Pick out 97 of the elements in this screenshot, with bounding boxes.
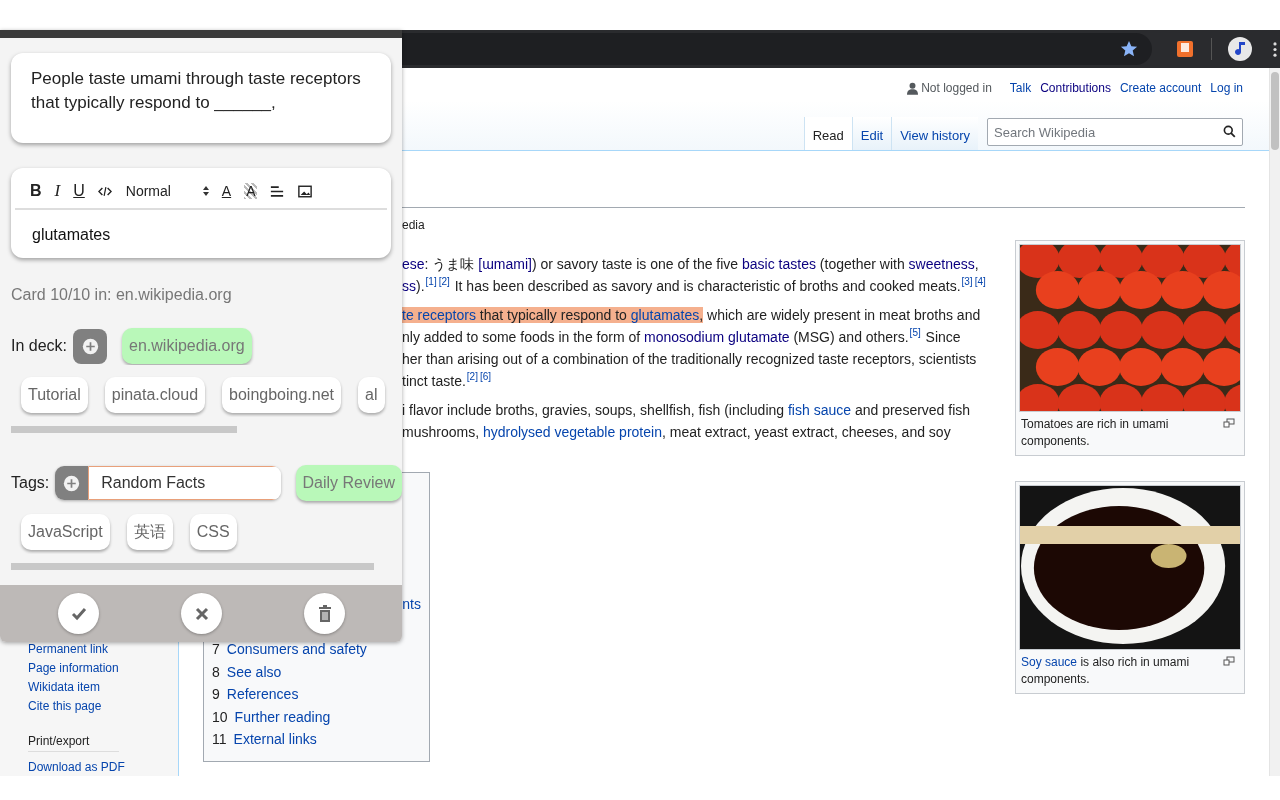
align-icon[interactable]: [270, 184, 285, 198]
header-link[interactable]: Log in: [1210, 81, 1243, 95]
enlarge-icon[interactable]: [1223, 418, 1235, 428]
login-status: Not logged in: [921, 81, 992, 95]
tags-label: Tags:: [11, 474, 50, 492]
citation-link[interactable]: [2]: [466, 371, 478, 382]
article-link[interactable]: basic tastes: [742, 256, 816, 272]
article-link[interactable]: fish sauce: [787, 402, 851, 418]
sidebar-link[interactable]: Page information: [28, 659, 119, 678]
article-link[interactable]: monosodium glutamate: [644, 329, 790, 345]
card-status: Card 10/10 in: en.wikipedia.org: [11, 286, 233, 305]
toc-number: 9: [212, 685, 220, 703]
toc-number: 8: [212, 662, 220, 681]
chip[interactable]: 英语: [126, 514, 173, 550]
text-color-button[interactable]: A: [221, 183, 232, 199]
underline-button[interactable]: U: [73, 182, 85, 200]
header-link[interactable]: Create account: [1119, 81, 1202, 95]
chip[interactable]: JavaScript: [21, 514, 110, 550]
save-button[interactable]: [58, 593, 99, 634]
citation-link[interactable]: [1]: [425, 276, 437, 287]
question-card[interactable]: People taste umami through taste receptors that typically respond to ______,: [11, 53, 391, 143]
highlight-button[interactable]: A: [244, 183, 258, 199]
chip[interactable]: boingboing.net: [222, 377, 342, 413]
search-icon[interactable]: [1223, 125, 1236, 138]
header-link[interactable]: Talk: [1009, 81, 1032, 95]
sidebar-link[interactable]: Permanent link: [28, 640, 109, 659]
enlarge-icon[interactable]: [1223, 656, 1235, 666]
sidebar-link[interactable]: Wikidata item: [28, 678, 101, 697]
citation-link[interactable]: [3]: [961, 276, 973, 287]
image-icon[interactable]: [298, 184, 313, 198]
question-text: People taste umami through taste receptors that typically respond to ______,: [31, 68, 362, 114]
toc-number: 11: [212, 730, 227, 748]
article-text: te receptors that typically respond to glutamates, which are widely present in meat broths and: [402, 306, 982, 325]
sidebar-heading: Print/export: [28, 732, 120, 752]
user-icon: [907, 81, 919, 95]
article-link[interactable]: ese: [402, 256, 425, 272]
article-link[interactable]: ss: [402, 278, 416, 294]
chip[interactable]: en.wikipedia.org: [122, 328, 252, 364]
add-deck-button[interactable]: [73, 328, 108, 364]
chip[interactable]: pinata.cloud: [104, 377, 206, 413]
article-link[interactable]: sweetness: [908, 256, 975, 272]
star-icon[interactable]: [1120, 40, 1138, 58]
toc-link[interactable]: External links: [233, 730, 317, 748]
citation-link[interactable]: [6]: [479, 371, 492, 382]
chip[interactable]: Daily Review: [295, 465, 402, 501]
scrollbar[interactable]: [11, 563, 374, 570]
updown-icon: [201, 185, 210, 197]
add-tag-button[interactable]: [55, 466, 89, 500]
toc-link[interactable]: References: [226, 685, 299, 703]
article-text: her than arising out of a combination of the traditionally recognized taste receptors, scientists: [402, 350, 978, 369]
toc-number: 7: [212, 640, 220, 658]
citation-link[interactable]: [2]: [438, 276, 450, 287]
chip[interactable]: CSS: [189, 514, 237, 550]
sidebar-link[interactable]: Download as PDF: [28, 758, 125, 776]
menu-icon[interactable]: [1273, 41, 1277, 57]
plus-icon: [63, 474, 81, 492]
tag-input[interactable]: Random Facts: [88, 466, 281, 500]
toc-link[interactable]: Consumers and safety: [226, 640, 367, 658]
toc-number: 10: [212, 707, 228, 726]
citation-link[interactable]: [4]: [974, 276, 986, 287]
scrollbar[interactable]: [11, 426, 237, 433]
figure-caption: Soy sauce is also rich in umami components.: [1021, 654, 1191, 688]
deck-label: In deck:: [11, 337, 68, 355]
citation-link[interactable]: [5]: [909, 327, 921, 338]
tab[interactable]: Read: [803, 117, 852, 150]
article-text: i flavor include broths, gravies, soups, shellfish, fish (including fish sauce and preserved fish: [402, 401, 972, 420]
sidebar-link[interactable]: Cite this page: [28, 697, 102, 716]
site-subtitle: edia: [402, 217, 426, 233]
extension-icon[interactable]: [1176, 40, 1194, 58]
article-link[interactable]: Soy sauce: [1021, 655, 1078, 669]
article-link[interactable]: [ɯmami]: [478, 256, 532, 272]
code-icon[interactable]: [97, 184, 112, 198]
article-text: ese: うま味 [ɯmami]) or savory taste is one of the five basic tastes (together with sweetness,: [402, 255, 980, 274]
answer-editor[interactable]: B I U Normal A A glutamates: [11, 168, 391, 258]
scrollbar[interactable]: [1269, 68, 1280, 776]
search-field[interactable]: Search Wikipedia: [987, 118, 1243, 146]
chip[interactable]: Tutorial: [21, 377, 88, 413]
toc-link[interactable]: nts: [402, 595, 421, 613]
tab[interactable]: View history: [891, 117, 978, 150]
article-text: nly added to some foods in the form of monosodium glutamate (MSG) and others.$^{[5]}$ Since: [402, 326, 962, 347]
article-link[interactable]: te receptors: [402, 307, 476, 323]
article-link[interactable]: hydrolysed vegetable protein: [482, 424, 662, 440]
format-dropdown[interactable]: Normal: [125, 183, 210, 199]
delete-button[interactable]: [304, 593, 345, 634]
toc-link[interactable]: Further reading: [234, 707, 331, 726]
answer-text[interactable]: glutamates: [15, 210, 387, 244]
cancel-button[interactable]: [181, 593, 222, 634]
tab[interactable]: Edit: [851, 117, 892, 150]
avatar-icon[interactable]: [1228, 37, 1252, 61]
article-text: mushrooms, hydrolysed vegetable protein, meat extract, yeast extract, cheeses, and soy: [402, 423, 952, 442]
toc-link[interactable]: See also: [226, 662, 282, 681]
chip[interactable]: al: [358, 377, 385, 413]
figure-caption: Tomatoes are rich in umami components.: [1021, 416, 1170, 450]
bold-button[interactable]: B: [30, 182, 42, 200]
plus-icon: [81, 337, 99, 355]
header-link[interactable]: Contributions: [1040, 81, 1111, 95]
italic-button[interactable]: I: [54, 181, 61, 201]
